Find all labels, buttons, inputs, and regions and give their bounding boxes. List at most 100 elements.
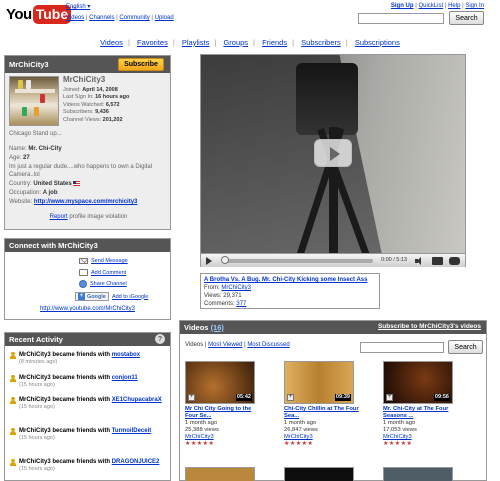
last-sign-in: 16 hours ago bbox=[95, 94, 130, 101]
player-time: 0:00 / 5:13 bbox=[381, 257, 407, 263]
channel-nav-groups[interactable]: Groups bbox=[223, 38, 248, 47]
top-nav-upload[interactable]: Upload bbox=[155, 15, 174, 21]
help-icon[interactable]: ? bbox=[155, 334, 165, 344]
play-overlay-button[interactable] bbox=[314, 139, 352, 167]
channel-nav-playlists[interactable]: Playlists bbox=[182, 38, 210, 47]
language-selector[interactable]: English ▾ bbox=[66, 3, 90, 10]
profile-tagline: Chicago Stand up... bbox=[9, 131, 62, 137]
top-nav-community[interactable]: Community bbox=[119, 15, 149, 21]
activity-item: MrChiCity3 became friends with XE1Chupac… bbox=[10, 396, 170, 410]
seek-bar[interactable] bbox=[223, 259, 373, 263]
activity-time: (8 minutes ago) bbox=[19, 359, 58, 365]
video-title-link[interactable]: Chi-City Chillin at The Four Sea... bbox=[284, 406, 360, 420]
videos-title: Videos bbox=[184, 323, 209, 332]
fullscreen-icon[interactable] bbox=[449, 257, 460, 265]
plus-icon: + bbox=[78, 293, 85, 300]
add-comment-link[interactable]: Add Comment bbox=[91, 270, 126, 276]
activity-time: (15 hours ago) bbox=[19, 404, 55, 410]
report-link[interactable]: Report bbox=[50, 214, 68, 220]
real-name: Mr. Chi-City bbox=[28, 146, 62, 152]
sort-most-viewed[interactable]: Most Viewed bbox=[208, 342, 242, 348]
subscribe-button[interactable]: Subscribe bbox=[118, 58, 164, 71]
video-views: 17,053 views bbox=[383, 427, 417, 433]
featured-from-link[interactable]: MrChiCity3 bbox=[221, 285, 251, 291]
sign-in-link[interactable]: Sign In bbox=[465, 3, 484, 9]
video-thumbnail[interactable]: + 09:39 bbox=[284, 361, 354, 404]
share-channel-row[interactable]: Share Channel bbox=[79, 280, 127, 288]
seek-handle[interactable] bbox=[221, 256, 229, 264]
video-duration: 09:56 bbox=[433, 394, 450, 401]
language-link[interactable]: English ▾ bbox=[66, 4, 90, 10]
channel-nav-favorites[interactable]: Favorites bbox=[137, 38, 168, 47]
channel-nav-subscribers[interactable]: Subscribers bbox=[301, 38, 341, 47]
video-duration: 09:39 bbox=[334, 394, 351, 401]
profile-name: MrChiCity3 bbox=[63, 75, 106, 84]
videos-panel: Videos (16) Subscribe to MrChiCity3's vi… bbox=[179, 320, 487, 481]
video-thumbnail[interactable] bbox=[383, 467, 453, 481]
subscribe-videos-link[interactable]: Subscribe to MrChiCity3's videos bbox=[378, 323, 481, 330]
sort-most-discussed[interactable]: Most Discussed bbox=[247, 342, 289, 348]
sign-up-link[interactable]: Sign Up bbox=[391, 3, 414, 9]
featured-video-title[interactable]: A Brotha Vs. A Bug. Mr. Chi-City Kicking… bbox=[204, 277, 367, 283]
send-message-link[interactable]: Send Message bbox=[91, 258, 128, 264]
add-to-quicklist-icon[interactable]: + bbox=[287, 394, 294, 401]
friend-link[interactable]: mostabox bbox=[112, 352, 140, 358]
video-thumbnail[interactable]: + 09:56 bbox=[383, 361, 453, 404]
friend-link[interactable]: conjon11 bbox=[112, 375, 138, 381]
video-rating-stars: ★★★★★ bbox=[383, 441, 413, 447]
video-user-link[interactable]: MrChiCity3 bbox=[284, 434, 313, 440]
video-duration: 05:42 bbox=[235, 394, 252, 401]
play-icon[interactable] bbox=[206, 257, 212, 265]
videos-search-input[interactable] bbox=[360, 342, 444, 353]
add-to-quicklist-icon[interactable]: + bbox=[386, 394, 393, 401]
video-card[interactable]: + 05:42 Mr Chi City Going to the Four Se… bbox=[185, 361, 261, 448]
channel-nav-videos[interactable]: Videos bbox=[100, 38, 123, 47]
add-to-quicklist-icon[interactable]: + bbox=[188, 394, 195, 401]
video-user-link[interactable]: MrChiCity3 bbox=[383, 434, 412, 440]
video-user-link[interactable]: MrChiCity3 bbox=[185, 434, 214, 440]
youtube-logo[interactable]: You Tube ™ bbox=[6, 3, 76, 25]
website-link[interactable]: http://www.myspace.com/mrchicity3 bbox=[34, 199, 137, 205]
video-title-link[interactable]: Mr Chi City Going to the Four Se... bbox=[185, 406, 261, 420]
volume-icon[interactable] bbox=[415, 257, 423, 265]
video-thumbnail[interactable] bbox=[185, 467, 255, 481]
featured-comments-link[interactable]: 377 bbox=[236, 301, 246, 307]
friend-icon bbox=[10, 375, 16, 382]
add-to-igoogle-link[interactable]: Add to iGoogle bbox=[112, 294, 148, 300]
video-card[interactable]: + 09:39 Chi-City Chillin at The Four Sea… bbox=[284, 361, 360, 448]
channel-nav-friends[interactable]: Friends bbox=[262, 38, 287, 47]
share-icon bbox=[79, 280, 87, 288]
video-thumbnail[interactable]: + 05:42 bbox=[185, 361, 255, 404]
share-channel-link[interactable]: Share Channel bbox=[90, 281, 127, 287]
add-to-google-button[interactable]: + Google bbox=[75, 292, 109, 301]
channel-url-link[interactable]: http://www.youtube.com/MrChiCity3 bbox=[40, 306, 135, 312]
videos-count[interactable]: (16) bbox=[211, 323, 224, 332]
subscriber-count: 9,436 bbox=[95, 109, 109, 116]
top-nav-videos[interactable]: Videos bbox=[66, 15, 84, 21]
video-title-link[interactable]: Mr. Chi-City at The Four Seasons ... bbox=[383, 406, 459, 420]
friend-link[interactable]: XE1ChupacabraX bbox=[112, 397, 162, 403]
video-player[interactable]: 0:00 / 5:13 bbox=[200, 54, 466, 267]
widescreen-icon[interactable] bbox=[432, 257, 443, 265]
channel-nav-subscriptions[interactable]: Subscriptions bbox=[355, 38, 400, 47]
friend-link[interactable]: DRAGONJUICE2 bbox=[112, 459, 160, 465]
top-nav-channels[interactable]: Channels bbox=[89, 15, 114, 21]
send-message-row[interactable]: Send Message bbox=[79, 258, 128, 264]
video-thumbnail[interactable] bbox=[284, 467, 354, 481]
videos-sort: Videos | Most Viewed | Most Discussed bbox=[185, 342, 290, 348]
video-card[interactable]: + 09:56 Mr. Chi-City at The Four Seasons… bbox=[383, 361, 459, 448]
user-links: Sign Up | QuickList | Help | Sign In bbox=[390, 3, 484, 9]
search-button[interactable]: Search bbox=[449, 11, 484, 25]
help-link[interactable]: Help bbox=[448, 3, 460, 9]
add-comment-row[interactable]: Add Comment bbox=[79, 269, 126, 276]
video-age: 1 month ago bbox=[284, 420, 317, 426]
avatar[interactable] bbox=[9, 76, 59, 126]
search-input[interactable] bbox=[358, 13, 444, 24]
profile-info: Name: Mr. Chi-City Age: 27 Im just a reg… bbox=[9, 145, 169, 207]
friend-link[interactable]: TurmoilDeceit bbox=[112, 428, 152, 434]
video-frame[interactable] bbox=[201, 55, 465, 253]
about-text: Im just a regular dude....who happens to… bbox=[9, 164, 153, 179]
videos-search-button[interactable]: Search bbox=[448, 340, 483, 354]
activity-item: MrChiCity3 became friends with mostabox … bbox=[10, 351, 170, 365]
quicklist-link[interactable]: QuickList bbox=[418, 3, 443, 9]
